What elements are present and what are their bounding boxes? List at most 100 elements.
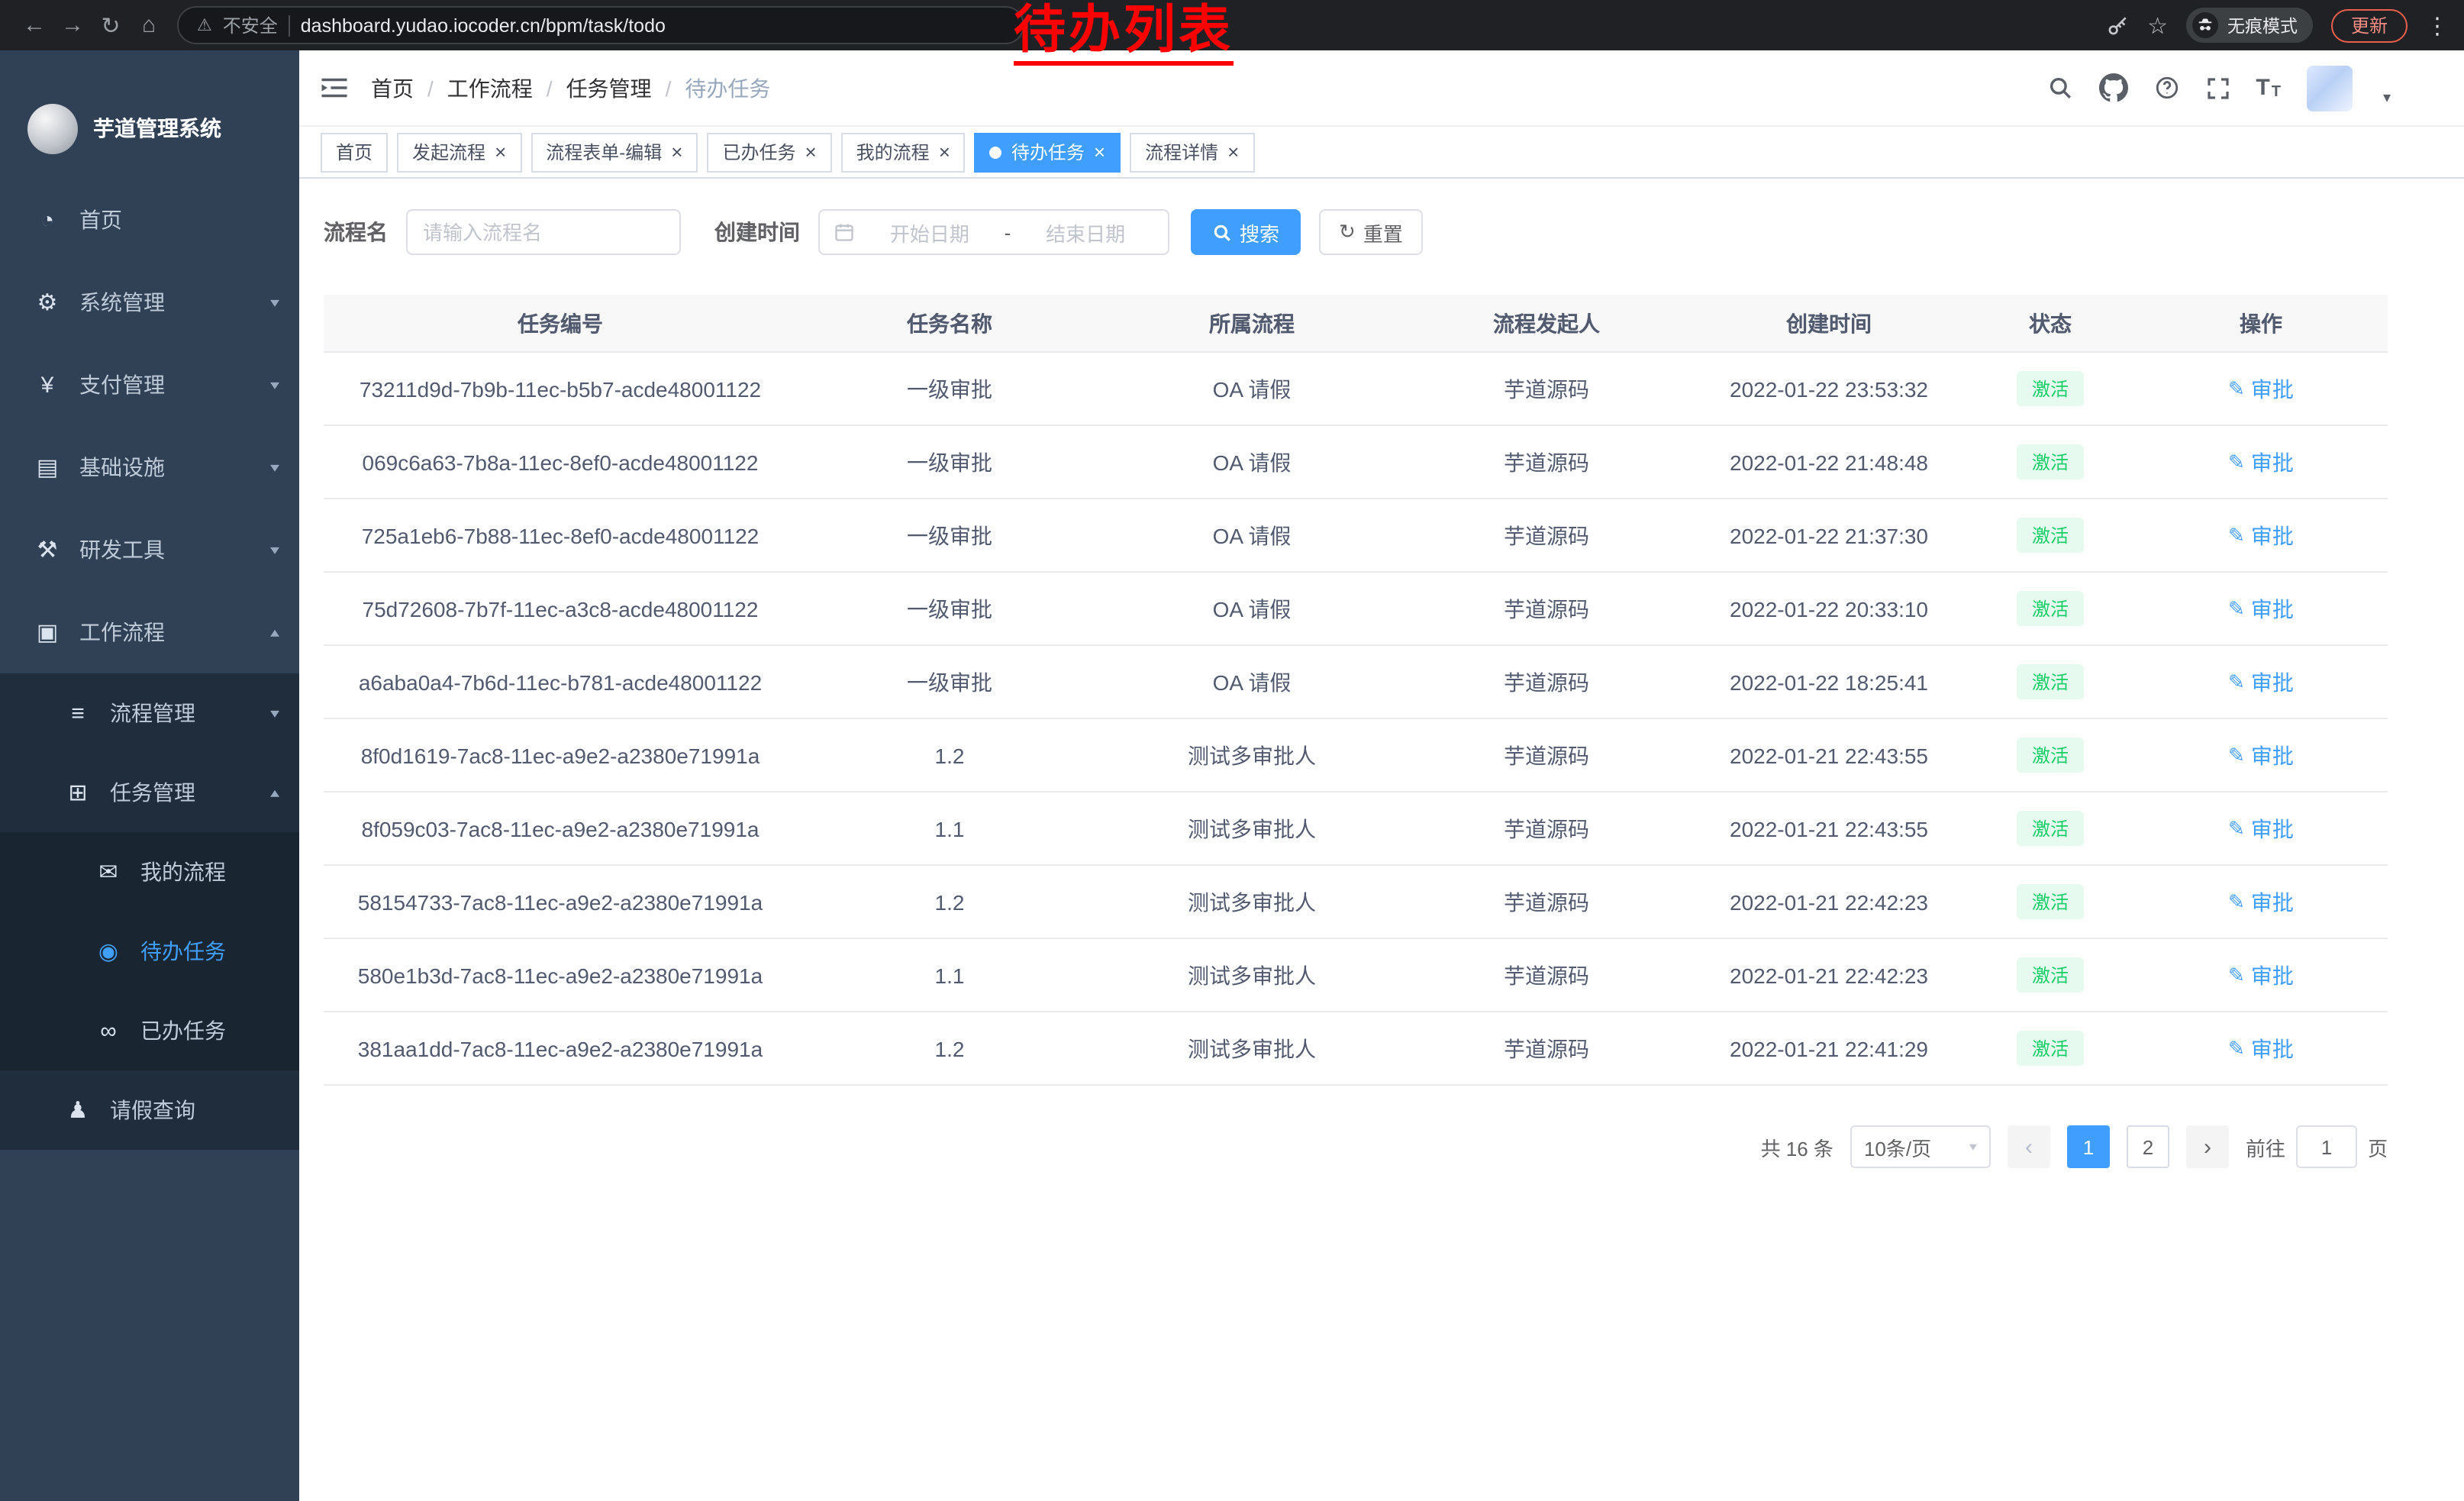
edit-icon: ✎ [2228,1036,2245,1060]
cell-status: 激活 [1966,939,2134,1012]
annotation-todo-list: 待办列表 [1014,3,1234,66]
key-icon[interactable] [2104,13,2129,37]
goto-page-input[interactable] [2296,1125,2357,1168]
approve-link[interactable]: ✎审批 [2228,1033,2294,1064]
sidebar-item-done-tasks[interactable]: ∞ 已办任务 [0,991,299,1070]
star-icon[interactable]: ☆ [2147,11,2168,39]
github-icon[interactable] [2098,73,2127,102]
breadcrumb-home[interactable]: 首页 [371,73,414,103]
approve-link[interactable]: ✎审批 [2228,447,2294,477]
cell-task-id: 580e1b3d-7ac8-11ec-a9e2-a2380e71991a [324,939,797,1012]
close-icon[interactable]: × [1227,142,1239,162]
sidebar-item-devtools[interactable]: ⚒ 研发工具 ▾ [0,508,299,591]
col-status: 状态 [1966,295,2134,353]
search-button[interactable]: 搜索 [1191,209,1301,255]
sidebar-item-process-mgmt[interactable]: ≡ 流程管理 ▾ [0,673,299,753]
table-row: 725a1eb6-7b88-11ec-8ef0-acde48001122 一级审… [324,499,2388,573]
calendar-icon [834,221,855,243]
page-button-1[interactable]: 1 [2067,1125,2110,1168]
approve-link[interactable]: ✎审批 [2228,373,2294,404]
tab-done-tasks[interactable]: 已办任务 × [707,132,831,172]
sidebar-item-label: 工作流程 [79,617,165,647]
eye-icon: ◉ [92,938,125,965]
sidebar-item-label: 研发工具 [79,534,165,565]
sidebar-item-payment[interactable]: ¥ 支付管理 ▾ [0,344,299,426]
date-range-picker[interactable]: 开始日期 - 结束日期 [818,209,1169,255]
browser-menu-icon[interactable]: ⋮ [2426,11,2449,39]
cell-actions: ✎审批 [2134,426,2388,499]
task-mgmt-icon: ⊞ [61,779,95,806]
process-list-icon: ≡ [61,700,95,726]
status-badge: 激活 [2017,518,2084,553]
cell-process: OA 请假 [1102,573,1401,646]
close-icon[interactable]: × [495,142,506,162]
goto-unit-label: 页 [2368,1132,2388,1161]
cell-process: OA 请假 [1102,646,1401,719]
breadcrumb-workflow[interactable]: 工作流程 [447,73,533,103]
update-button[interactable]: 更新 [2331,8,2408,42]
tab-my-process[interactable]: 我的流程 × [841,132,966,172]
cell-actions: ✎审批 [2134,499,2388,573]
sidebar-item-leave-query[interactable]: ♟ 请假查询 [0,1070,299,1150]
page-button-2[interactable]: 2 [2127,1125,2169,1168]
process-name-input[interactable] [406,209,681,255]
sidebar-item-home[interactable]: ◔ 首页 [0,179,299,261]
tab-form-edit[interactable]: 流程表单-编辑 × [531,132,698,172]
address-bar[interactable]: ⚠ 不安全 dashboard.yudao.iocoder.cn/bpm/tas… [177,6,1024,44]
approve-link[interactable]: ✎审批 [2228,593,2294,624]
tab-todo-tasks[interactable]: 待办任务 × [975,132,1121,172]
sidebar-item-my-process[interactable]: ✉ 我的流程 [0,832,299,912]
table-row: 381aa1dd-7ac8-11ec-a9e2-a2380e71991a 1.2… [324,1012,2388,1086]
edit-icon: ✎ [2228,523,2245,547]
prev-page-button[interactable]: ‹ [2008,1125,2050,1168]
edit-icon: ✎ [2228,450,2245,474]
next-page-button[interactable]: › [2186,1125,2229,1168]
tab-process-detail[interactable]: 流程详情 × [1130,132,1254,172]
tab-initiate-process[interactable]: 发起流程 × [397,132,521,172]
cell-task-id: 58154733-7ac8-11ec-a9e2-a2380e71991a [324,866,797,939]
reload-icon[interactable]: ↻ [92,6,130,44]
help-icon[interactable] [2153,75,2179,101]
sidebar-item-todo-tasks[interactable]: ◉ 待办任务 [0,912,299,991]
status-badge: 激活 [2017,664,2084,699]
close-icon[interactable]: × [939,142,950,162]
breadcrumb-separator: / [427,76,434,100]
breadcrumb-task-mgmt[interactable]: 任务管理 [566,73,652,103]
forward-icon[interactable]: → [53,6,92,44]
search-icon[interactable] [2046,75,2072,101]
page-size-select[interactable]: 10条/页 ▾ [1850,1125,1991,1168]
avatar[interactable] [2307,65,2353,111]
sidebar-item-label: 支付管理 [79,370,165,400]
close-icon[interactable]: × [1094,142,1105,162]
approve-link[interactable]: ✎审批 [2228,667,2294,697]
approve-link[interactable]: ✎审批 [2228,960,2294,990]
approve-link[interactable]: ✎审批 [2228,813,2294,844]
close-icon[interactable]: × [805,142,816,162]
cell-actions: ✎审批 [2134,1012,2388,1086]
home-icon[interactable]: ⌂ [130,6,168,44]
sidebar-item-label: 请假查询 [110,1095,195,1125]
status-badge: 激活 [2017,1031,2084,1066]
approve-link[interactable]: ✎审批 [2228,740,2294,770]
back-icon[interactable]: ← [15,6,53,44]
reset-button[interactable]: ↻ 重置 [1319,209,1423,255]
close-icon[interactable]: × [671,142,682,162]
approve-link[interactable]: ✎审批 [2228,520,2294,550]
sidebar-item-infrastructure[interactable]: ▤ 基础设施 ▾ [0,426,299,508]
fontsize-icon[interactable]: T T [2256,75,2281,101]
range-separator: - [1005,221,1011,244]
sidebar-item-task-mgmt[interactable]: ⊞ 任务管理 ▴ [0,753,299,832]
cell-task-id: a6aba0a4-7b6d-11ec-b781-acde48001122 [324,646,797,719]
tab-home[interactable]: 首页 [321,132,388,172]
sidebar-item-workflow[interactable]: ▣ 工作流程 ▴ [0,591,299,673]
sidebar-item-system[interactable]: ⚙ 系统管理 ▾ [0,261,299,344]
fullscreen-icon[interactable] [2205,76,2230,100]
approve-link[interactable]: ✎审批 [2228,886,2294,917]
search-icon [1212,222,1232,242]
sidebar-item-label: 系统管理 [79,287,165,318]
sidebar-collapse-icon[interactable] [321,76,348,99]
cell-initiator: 芋道源码 [1401,866,1692,939]
chevron-down-icon: ▾ [1969,1140,1977,1154]
avatar-caret-icon[interactable]: ▾ [2383,89,2391,111]
cell-actions: ✎审批 [2134,646,2388,719]
